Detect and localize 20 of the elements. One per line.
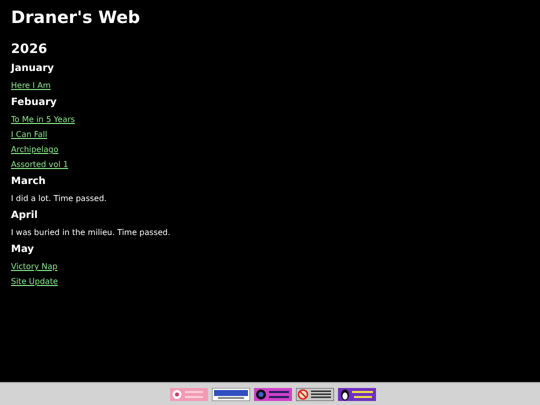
month-heading: Febuary: [11, 96, 57, 110]
month-heading: May: [11, 243, 34, 257]
post-link[interactable]: To Me in 5 Years: [11, 114, 75, 126]
post-link[interactable]: Victory Nap: [11, 261, 58, 273]
flower-badge-icon[interactable]: [170, 388, 208, 400]
month-heading: January: [11, 62, 54, 76]
year-heading: 2026: [11, 42, 48, 58]
post-link[interactable]: Archipelago: [11, 144, 58, 156]
post-link[interactable]: Here I Am: [11, 80, 51, 92]
month-heading: March: [11, 175, 46, 189]
month-note: I did a lot. Time passed.: [11, 193, 107, 205]
penguin-badge-icon[interactable]: [338, 388, 376, 400]
post-link[interactable]: Site Update: [11, 276, 58, 288]
post-link[interactable]: Assorted vol 1: [11, 159, 68, 171]
no-cookie-badge-icon[interactable]: [296, 388, 334, 400]
month-note: I was buried in the milieu. Time passed.: [11, 227, 170, 239]
post-link[interactable]: I Can Fall: [11, 129, 48, 141]
site-title: Draner's Web: [11, 8, 140, 28]
month-heading: April: [11, 209, 38, 223]
html-badge-icon[interactable]: [212, 388, 250, 400]
